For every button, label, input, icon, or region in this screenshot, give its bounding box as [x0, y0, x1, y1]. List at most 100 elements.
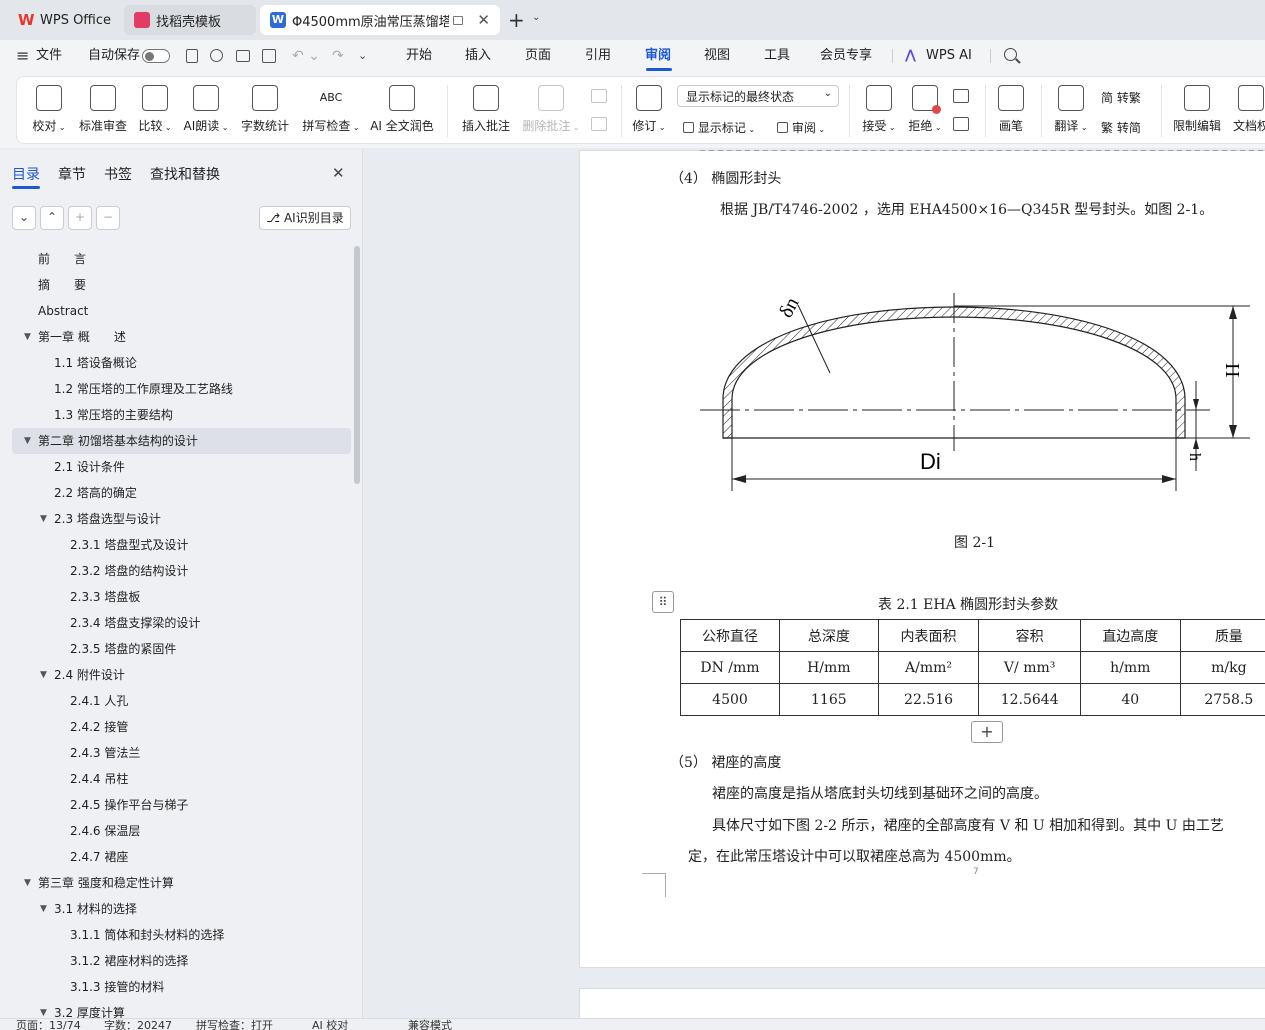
ai-check-status[interactable]: AI 校对: [312, 1019, 348, 1030]
toc-item[interactable]: Abstract: [0, 298, 363, 324]
close-tab-icon[interactable]: ✕: [477, 11, 490, 29]
next-change-icon[interactable]: [953, 117, 969, 131]
add-heading-icon[interactable]: +: [68, 206, 92, 230]
translate-button[interactable]: 翻译 ⌄: [1051, 85, 1091, 134]
undo-icon[interactable]: ↶ ⌄: [292, 40, 320, 72]
expand-up-icon[interactable]: ⌃: [40, 206, 64, 230]
toc-item[interactable]: ▼ 2.4 附件设计: [0, 662, 363, 688]
proofread-button[interactable]: 校对 ⌄: [29, 85, 69, 134]
page-indicator[interactable]: 页面：13/74: [16, 1019, 81, 1030]
print-preview-icon[interactable]: [262, 49, 276, 63]
toc-item[interactable]: 2.4.1 人孔: [0, 688, 363, 714]
redo-icon[interactable]: ↷: [332, 40, 344, 72]
nav-tab-find-replace[interactable]: 查找和替换: [150, 164, 220, 184]
next-comment-icon[interactable]: [591, 117, 607, 131]
close-pane-icon[interactable]: ✕: [332, 164, 345, 182]
expand-triangle-icon[interactable]: ▼: [24, 428, 31, 454]
print-icon[interactable]: [236, 50, 250, 62]
toc-item[interactable]: 2.3.2 塔盘的结构设计: [0, 558, 363, 584]
menu-member[interactable]: 会员专享: [820, 40, 872, 72]
toc-item[interactable]: 前 言: [0, 246, 363, 272]
toc-item[interactable]: ▼ 3.1 材料的选择: [0, 896, 363, 922]
file-menu[interactable]: 文件: [36, 40, 62, 72]
new-tab-icon[interactable]: +: [508, 8, 525, 32]
expand-triangle-icon[interactable]: ▼: [24, 324, 31, 350]
nav-tab-bookmarks[interactable]: 书签: [104, 164, 132, 184]
ai-polish-button[interactable]: AI 全文润色: [369, 85, 435, 134]
add-row-icon[interactable]: +: [971, 721, 1003, 743]
hamburger-icon[interactable]: ≡: [16, 40, 29, 72]
toc-item[interactable]: 2.3.4 塔盘支撑梁的设计: [0, 610, 363, 636]
spell-check-button[interactable]: ABC 拼写检查 ⌄: [299, 85, 363, 134]
std-review-button[interactable]: 标准审查: [77, 85, 129, 134]
toc-item[interactable]: 2.4.6 保温层: [0, 818, 363, 844]
toc-item[interactable]: 1.2 常压塔的工作原理及工艺路线: [0, 376, 363, 402]
toc-item[interactable]: 2.4.2 接管: [0, 714, 363, 740]
ai-read-button[interactable]: AI朗读 ⌄: [181, 85, 231, 134]
toc-item[interactable]: ▼ 第二章 初馏塔基本结构的设计: [12, 428, 351, 454]
toc-item[interactable]: 3.1.2 裙座材料的选择: [0, 948, 363, 974]
menu-reference[interactable]: 引用: [585, 40, 611, 72]
doc-permission-button[interactable]: 文档权: [1231, 85, 1265, 134]
track-changes-button[interactable]: 修订 ⌄: [629, 85, 669, 134]
compare-button[interactable]: 比较 ⌄: [135, 85, 175, 134]
toc-item[interactable]: ▼ 2.3 塔盘选型与设计: [0, 506, 363, 532]
menu-insert[interactable]: 插入: [465, 40, 491, 72]
to-traditional-button[interactable]: 简 转繁: [1101, 89, 1141, 106]
ink-button[interactable]: 画笔: [993, 85, 1029, 134]
toc-item[interactable]: ▼ 第一章 概 述: [0, 324, 363, 350]
toc-item[interactable]: ▼ 第三章 强度和稳定性计算: [0, 870, 363, 896]
expand-triangle-icon[interactable]: ▼: [40, 896, 47, 922]
word-count-button[interactable]: 字数统计: [239, 85, 291, 134]
collapse-all-icon[interactable]: ⌄: [12, 206, 36, 230]
toc-item[interactable]: 3.1.3 接管的材料: [0, 974, 363, 1000]
ai-toc-button[interactable]: ⎇ AI识别目录: [259, 206, 351, 230]
to-simplified-button[interactable]: 繁 转简: [1101, 119, 1141, 136]
menu-page[interactable]: 页面: [525, 40, 551, 72]
toc-item[interactable]: 2.1 设计条件: [0, 454, 363, 480]
spell-check-status[interactable]: 拼写检查：打开: [196, 1019, 273, 1030]
toc-item[interactable]: 2.4.5 操作平台与梯子: [0, 792, 363, 818]
pane-scrollbar[interactable]: [354, 246, 360, 484]
tab-docer[interactable]: 找稻壳模板: [124, 5, 256, 35]
autosave-toggle[interactable]: [142, 49, 170, 63]
toc-item[interactable]: 摘 要: [0, 272, 363, 298]
toc-item[interactable]: 1.3 常压塔的主要结构: [0, 402, 363, 428]
save-icon[interactable]: [186, 49, 198, 63]
reject-button[interactable]: 拒绝 ⌄: [905, 85, 945, 134]
toc-item[interactable]: 2.2 塔高的确定: [0, 480, 363, 506]
toc-item[interactable]: 3.1.1 筒体和封头材料的选择: [0, 922, 363, 948]
accept-button[interactable]: 接受 ⌄: [859, 85, 899, 134]
menu-tools[interactable]: 工具: [764, 40, 790, 72]
menu-wps-ai[interactable]: WPS AI: [926, 40, 972, 72]
prev-comment-icon[interactable]: [591, 89, 607, 103]
tab-document[interactable]: W Φ4500mm原油常压蒸馏塔机 ✕: [260, 5, 500, 35]
remove-heading-icon[interactable]: −: [96, 206, 120, 230]
toc-item[interactable]: 2.4.3 管法兰: [0, 740, 363, 766]
toc-item[interactable]: 2.3.5 塔盘的紧固件: [0, 636, 363, 662]
expand-triangle-icon[interactable]: ▼: [24, 870, 31, 896]
toc-item[interactable]: 2.3.3 塔盘板: [0, 584, 363, 610]
nav-tab-toc[interactable]: 目录: [12, 164, 40, 184]
table-move-handle-icon[interactable]: ⠿: [652, 591, 674, 613]
share-link-icon[interactable]: [210, 49, 223, 62]
show-markup-button[interactable]: 显示标记 ⌄: [683, 119, 755, 136]
tab-list-chevron-icon[interactable]: ⌄: [532, 12, 540, 23]
markup-state-select[interactable]: 显示标记的最终状态 ⌄: [677, 85, 839, 107]
review-pane-button[interactable]: 审阅 ⌄: [777, 119, 825, 136]
expand-triangle-icon[interactable]: ▼: [40, 506, 47, 532]
toc-item[interactable]: 2.4.4 吊柱: [0, 766, 363, 792]
menu-start[interactable]: 开始: [406, 40, 432, 72]
nav-tab-chapters[interactable]: 章节: [58, 164, 86, 184]
restrict-edit-button[interactable]: 限制编辑: [1171, 85, 1223, 134]
prev-change-icon[interactable]: [953, 89, 969, 103]
delete-comment-button[interactable]: 删除批注 ⌄: [521, 85, 581, 134]
expand-triangle-icon[interactable]: ▼: [40, 662, 47, 688]
insert-comment-button[interactable]: 插入批注: [459, 85, 513, 134]
more-chevron-icon[interactable]: ⌄: [358, 40, 367, 72]
menu-view[interactable]: 视图: [704, 40, 730, 72]
tab-wps-office[interactable]: W WPS Office: [8, 5, 120, 35]
toc-item[interactable]: 1.1 塔设备概论: [0, 350, 363, 376]
toc-item[interactable]: 2.4.7 裙座: [0, 844, 363, 870]
toc-item[interactable]: 2.3.1 塔盘型式及设计: [0, 532, 363, 558]
